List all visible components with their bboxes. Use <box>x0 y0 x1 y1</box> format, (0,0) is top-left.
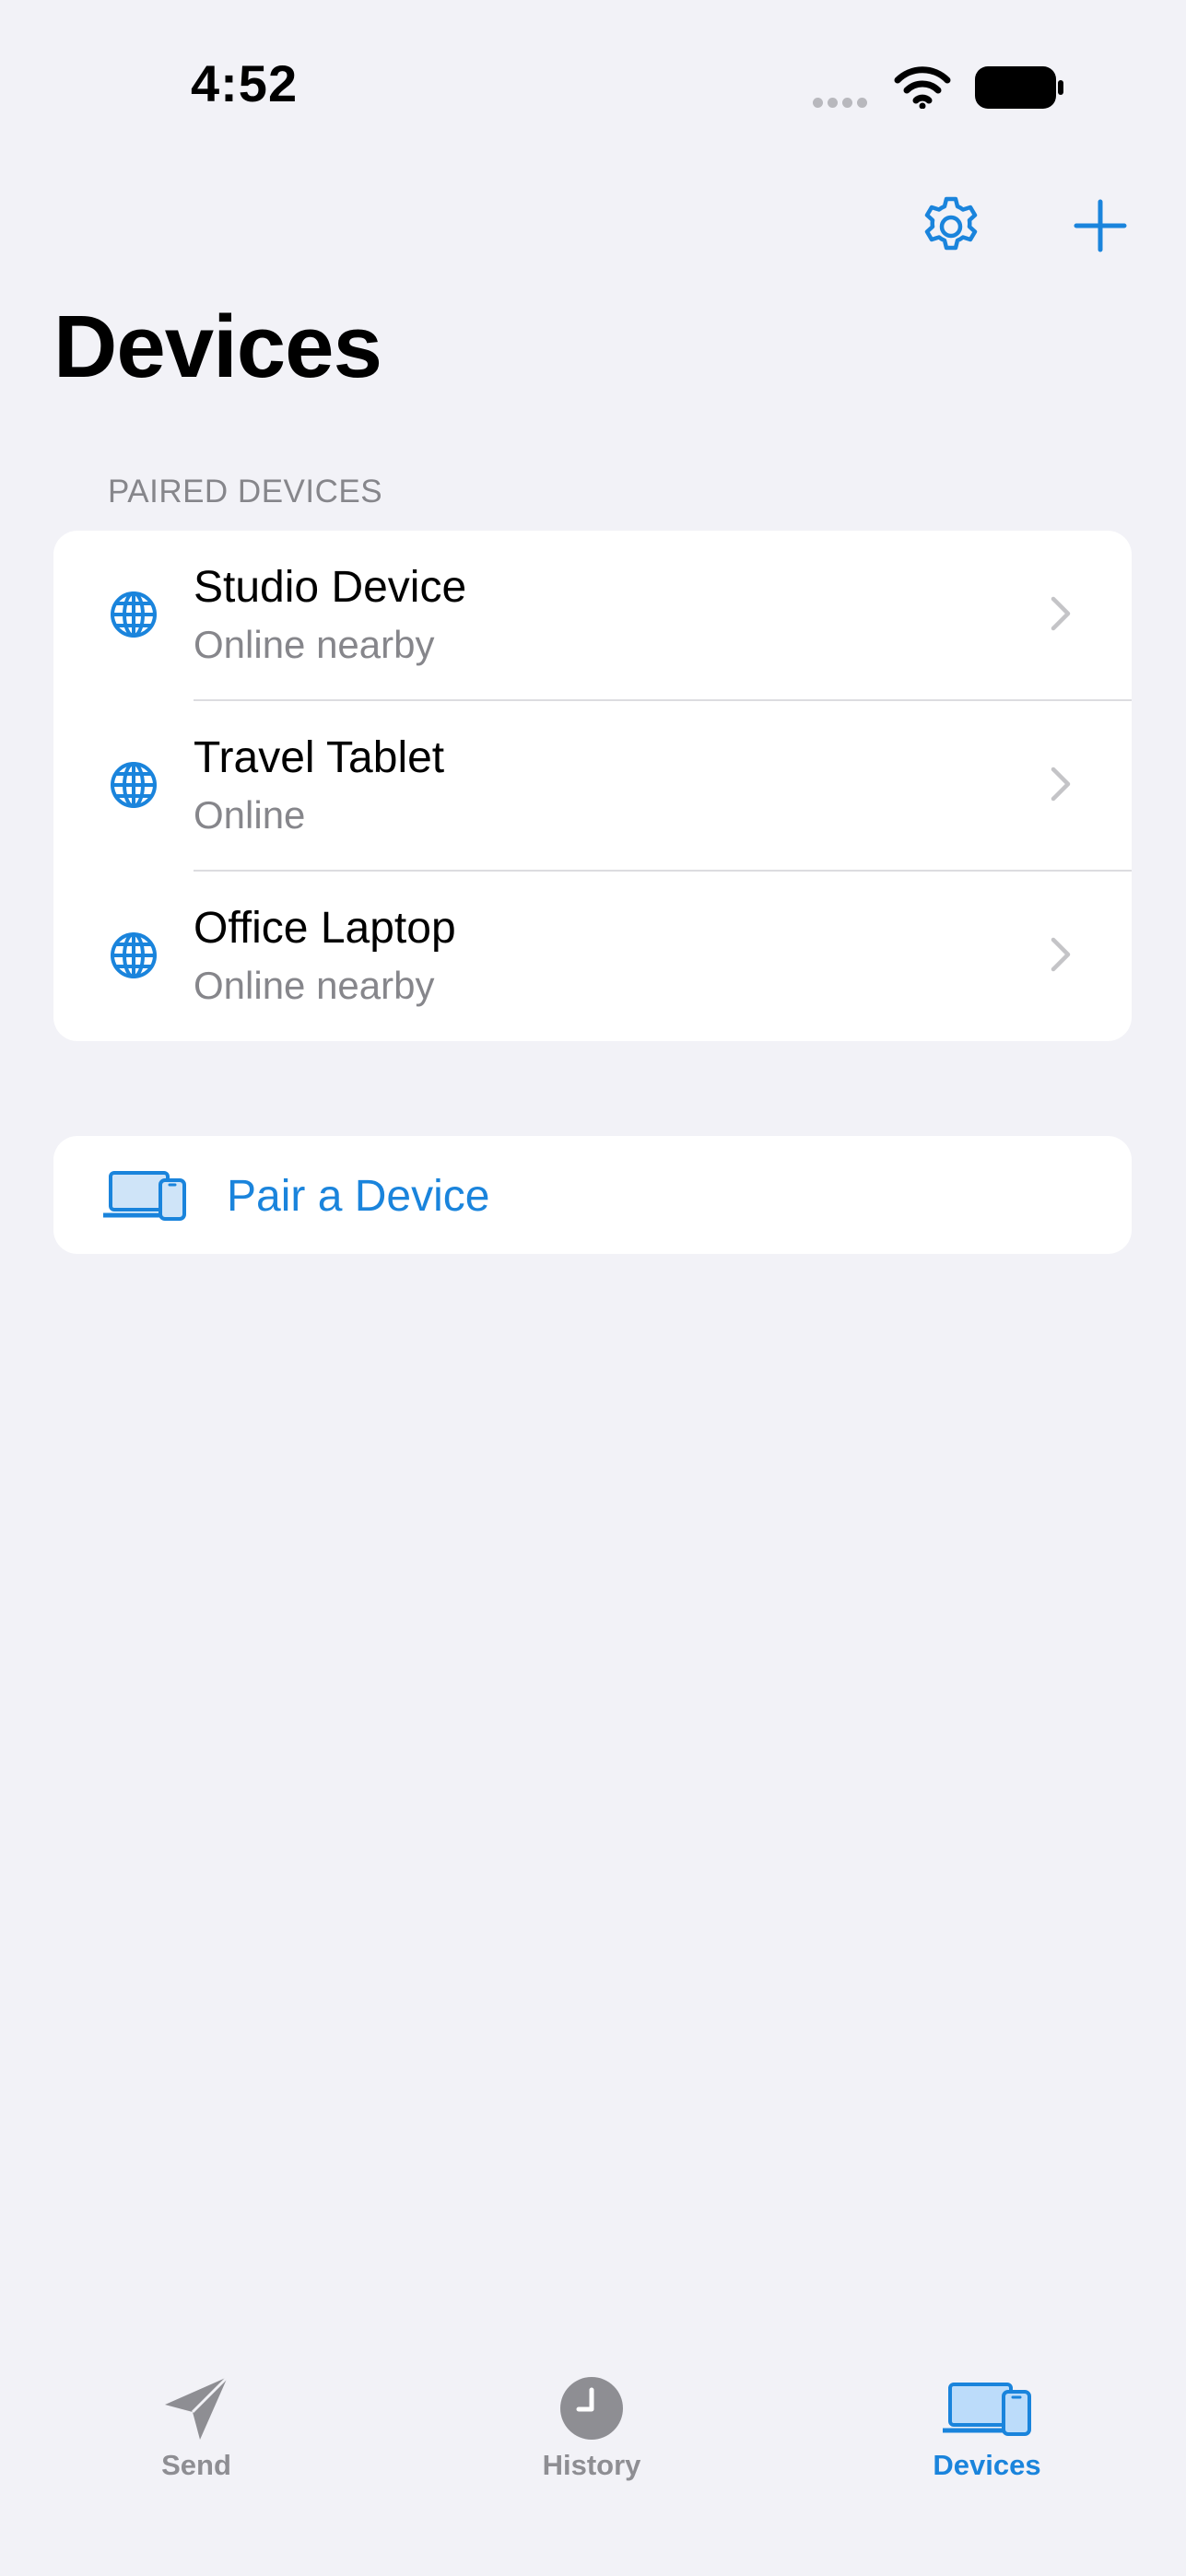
pair-device-label: Pair a Device <box>227 1172 490 1221</box>
device-status: Online <box>194 793 306 837</box>
laptop-phone-icon <box>100 1169 186 1225</box>
tab-label: History <box>542 2449 641 2481</box>
cellular-signal-icon <box>813 96 872 112</box>
tab-label: Devices <box>933 2449 1041 2481</box>
wifi-icon <box>894 64 951 113</box>
device-name: Studio Device <box>194 563 467 612</box>
status-time: 4:52 <box>191 54 299 112</box>
chevron-right-icon <box>1049 593 1073 638</box>
device-status: Online nearby <box>194 623 435 666</box>
add-device-plus-icon[interactable] <box>1074 199 1127 257</box>
settings-gear-icon[interactable] <box>918 193 984 264</box>
pair-device-button[interactable]: Pair a Device <box>53 1136 1132 1254</box>
tab-send[interactable]: Send <box>76 2359 316 2488</box>
globe-icon <box>110 761 158 814</box>
paired-devices-list: Studio Device Online nearby Travel Table… <box>53 531 1132 1041</box>
page-title: Devices <box>53 298 382 396</box>
section-header-paired-devices: PAIRED DEVICES <box>108 474 383 509</box>
battery-icon <box>975 66 1063 113</box>
paper-plane-icon <box>76 2370 316 2447</box>
device-row-travel-tablet[interactable]: Travel Tablet Online <box>53 701 1132 872</box>
chevron-right-icon <box>1049 934 1073 979</box>
laptop-phone-icon <box>867 2370 1107 2447</box>
clock-icon <box>472 2370 711 2447</box>
device-name: Travel Tablet <box>194 733 445 782</box>
tab-label: Send <box>161 2449 231 2481</box>
globe-icon <box>110 591 158 643</box>
device-status: Online nearby <box>194 964 435 1007</box>
device-row-office-laptop[interactable]: Office Laptop Online nearby <box>53 872 1132 1041</box>
device-name: Office Laptop <box>194 904 456 953</box>
device-row-studio-device[interactable]: Studio Device Online nearby <box>53 531 1132 701</box>
globe-icon <box>110 931 158 984</box>
tab-devices[interactable]: Devices <box>867 2359 1107 2488</box>
chevron-right-icon <box>1049 764 1073 809</box>
tab-history[interactable]: History <box>472 2359 711 2488</box>
